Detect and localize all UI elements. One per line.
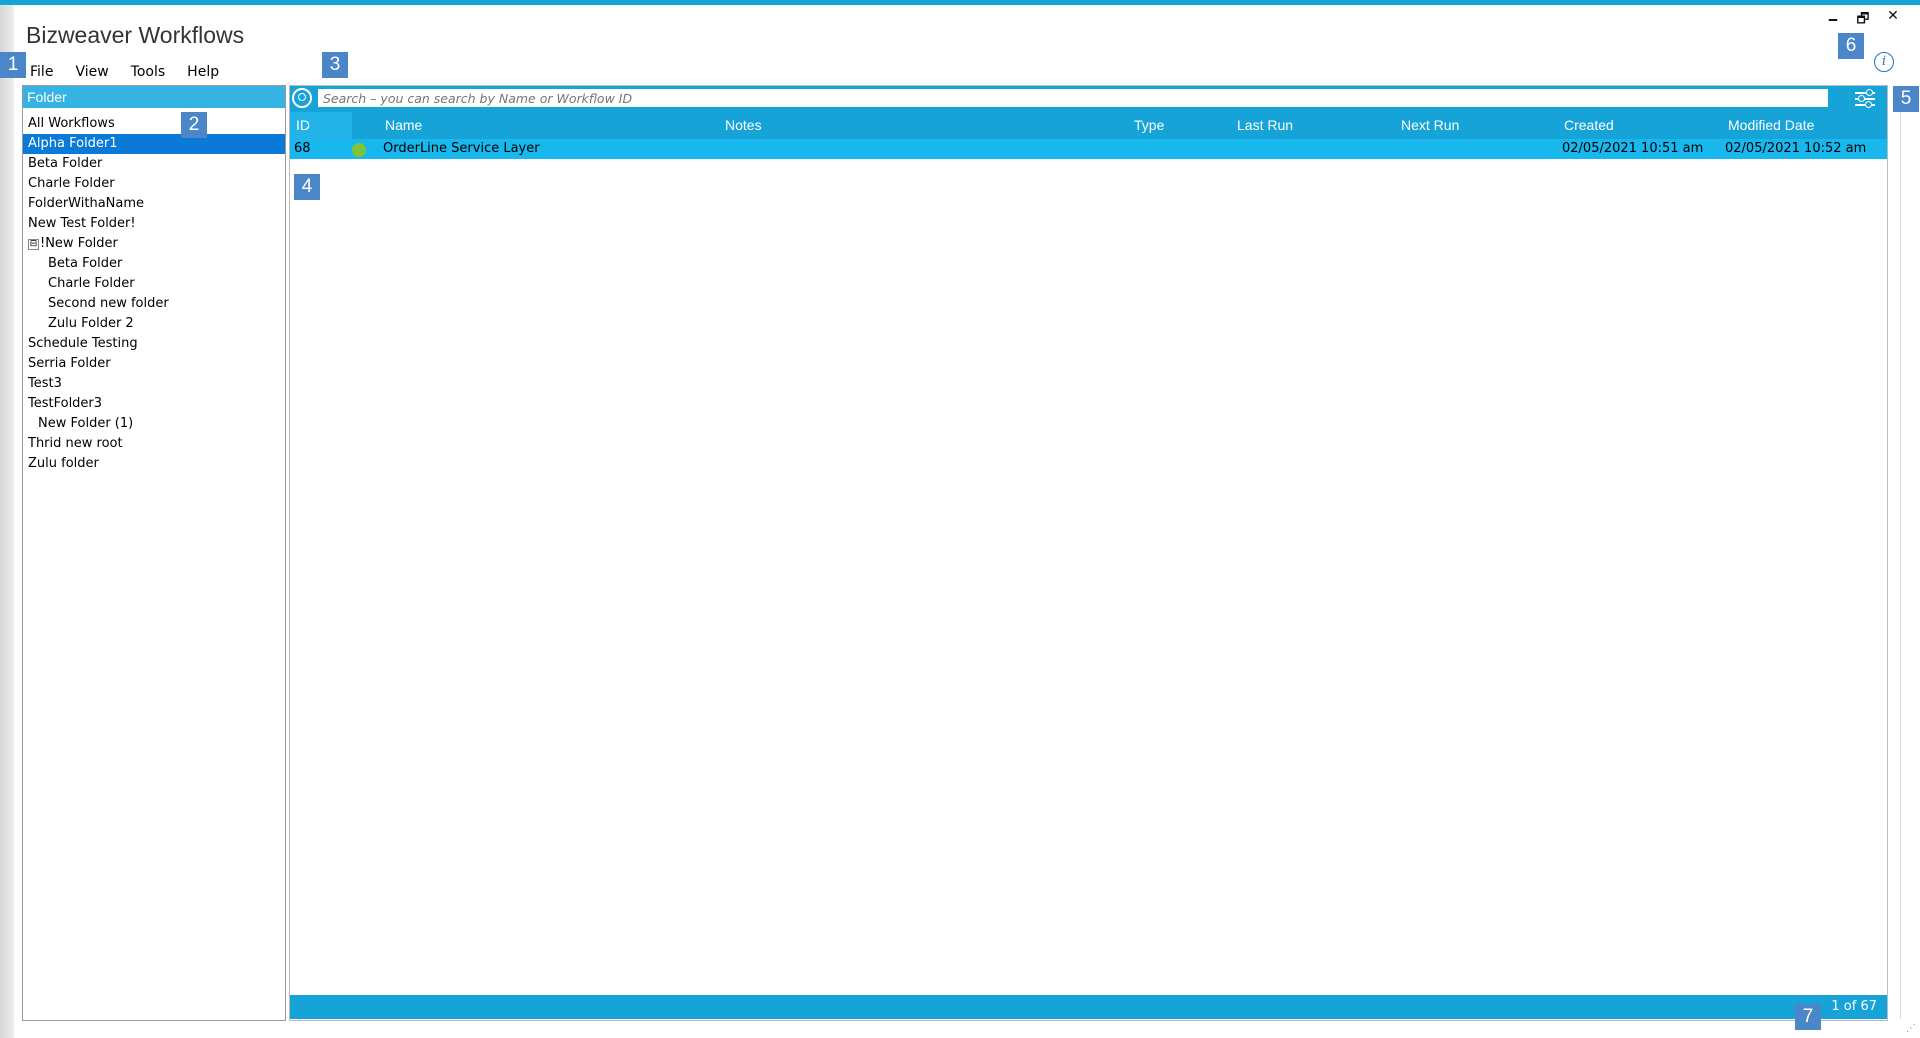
folder-tree-item-label: Test3	[28, 376, 62, 391]
callout-marker: 1	[0, 52, 26, 78]
menu-bar: File View Tools Help	[26, 62, 237, 82]
folder-tree-item-label: Charle Folder	[48, 276, 135, 291]
folder-tree-item[interactable]: Thrid new root	[23, 434, 285, 454]
folder-tree-item[interactable]: Serria Folder	[23, 354, 285, 374]
callout-marker: 7	[1795, 1004, 1821, 1030]
column-header-modified-date[interactable]: Modified Date	[1728, 112, 1814, 139]
folder-tree-item-label: All Workflows	[28, 116, 115, 131]
column-header-notes[interactable]: Notes	[725, 112, 762, 139]
callout-marker: 4	[294, 174, 320, 200]
status-dot-icon	[352, 143, 366, 157]
folder-tree-item-label: New Folder (1)	[38, 416, 134, 431]
column-header-id[interactable]: ID	[296, 112, 310, 139]
cell-id: 68	[294, 141, 311, 156]
folder-tree-item[interactable]: ⊟ !New Folder	[23, 234, 285, 254]
search-icon[interactable]	[292, 88, 312, 108]
folder-tree-item-label: Schedule Testing	[28, 336, 138, 351]
folder-tree-item-label: Thrid new root	[28, 436, 123, 451]
window-accent-bar	[0, 0, 1920, 5]
menu-view[interactable]: View	[71, 62, 126, 82]
app-title: Bizweaver Workflows	[26, 22, 245, 48]
menu-file[interactable]: File	[26, 62, 71, 82]
folder-tree-item[interactable]: Schedule Testing	[23, 334, 285, 354]
folder-panel-header: Folder	[23, 86, 285, 108]
cell-modified-date: 02/05/2021 10:52 am	[1725, 141, 1867, 156]
folder-tree-item-label: New Test Folder!	[28, 216, 136, 231]
callout-marker: 6	[1838, 33, 1864, 59]
folder-tree-item[interactable]: Alpha Folder1	[23, 134, 285, 154]
folder-tree-item-label: !New Folder	[40, 236, 118, 251]
search-bar	[290, 86, 1887, 112]
folder-tree-item-label: TestFolder3	[28, 396, 103, 411]
folder-tree-item[interactable]: FolderWithaName	[23, 194, 285, 214]
folder-tree-item[interactable]: TestFolder3	[23, 394, 285, 414]
folder-tree-item[interactable]: Charle Folder	[23, 174, 285, 194]
folder-tree: All Workflows Alpha Folder1 Beta Folder Cha…	[23, 114, 285, 474]
cell-created: 02/05/2021 10:51 am	[1562, 141, 1704, 156]
window-controls: 🗕 🗗 ✕	[1824, 8, 1902, 32]
folder-tree-item-label: Second new folder	[48, 296, 169, 311]
column-header-last-run[interactable]: Last Run	[1237, 112, 1293, 139]
folder-tree-item-label: Beta Folder	[28, 156, 103, 171]
window-left-edge	[0, 5, 14, 1038]
folder-tree-item-label: Charle Folder	[28, 176, 115, 191]
column-header-created[interactable]: Created	[1564, 112, 1614, 139]
callout-marker: 5	[1893, 86, 1919, 112]
column-header-next-run[interactable]: Next Run	[1401, 112, 1459, 139]
folder-tree-item[interactable]: New Folder (1)	[23, 414, 285, 434]
folder-tree-item[interactable]: All Workflows	[23, 114, 285, 134]
filter-settings-icon[interactable]	[1853, 89, 1877, 109]
resize-grip-icon[interactable]: ⋰	[1906, 1024, 1916, 1034]
info-icon[interactable]: i	[1874, 52, 1894, 72]
table-row[interactable]: 68 OrderLine Service Layer 02/05/2021 10…	[290, 139, 1887, 159]
folder-tree-item[interactable]: Zulu folder	[23, 454, 285, 474]
close-icon[interactable]: ✕	[1884, 8, 1902, 32]
grid-footer: 1 of 67	[290, 995, 1887, 1019]
folder-tree-item-label: Serria Folder	[28, 356, 111, 371]
callout-marker: 3	[322, 52, 348, 78]
folder-tree-item-label: Zulu folder	[28, 456, 99, 471]
minimize-icon[interactable]: 🗕	[1824, 8, 1842, 32]
folder-tree-item[interactable]: Second new folder	[23, 294, 285, 314]
folder-tree-item[interactable]: New Test Folder!	[23, 214, 285, 234]
folder-tree-item[interactable]: Charle Folder	[23, 274, 285, 294]
right-scroll-edge	[1900, 85, 1901, 1019]
callout-marker: 2	[181, 112, 207, 138]
folder-tree-item-label: Alpha Folder1	[28, 136, 118, 151]
column-header-name[interactable]: Name	[385, 112, 422, 139]
collapse-toggle-icon[interactable]: ⊟	[28, 239, 39, 250]
folder-tree-item-label: Beta Folder	[48, 256, 123, 271]
grid-header: ID Name Notes Type Last Run Next Run Cre…	[290, 112, 1887, 139]
folder-tree-item-label: Zulu Folder 2	[48, 316, 134, 331]
column-header-type[interactable]: Type	[1134, 112, 1164, 139]
menu-tools[interactable]: Tools	[127, 62, 184, 82]
folder-tree-item-label: FolderWithaName	[28, 196, 145, 211]
restore-icon[interactable]: 🗗	[1854, 8, 1872, 32]
cell-name: OrderLine Service Layer	[383, 141, 540, 156]
folder-tree-item[interactable]: Test3	[23, 374, 285, 394]
folder-tree-item[interactable]: Beta Folder	[23, 254, 285, 274]
page-indicator: 1 of 67	[1831, 999, 1877, 1014]
folder-tree-item[interactable]: Beta Folder	[23, 154, 285, 174]
search-input[interactable]	[318, 89, 1828, 107]
folder-tree-item[interactable]: Zulu Folder 2	[23, 314, 285, 334]
folder-panel: Folder All Workflows Alpha Folder1 Beta Fo…	[22, 85, 286, 1021]
menu-help[interactable]: Help	[183, 62, 237, 82]
workflow-grid-panel: ID Name Notes Type Last Run Next Run Cre…	[289, 85, 1888, 1021]
